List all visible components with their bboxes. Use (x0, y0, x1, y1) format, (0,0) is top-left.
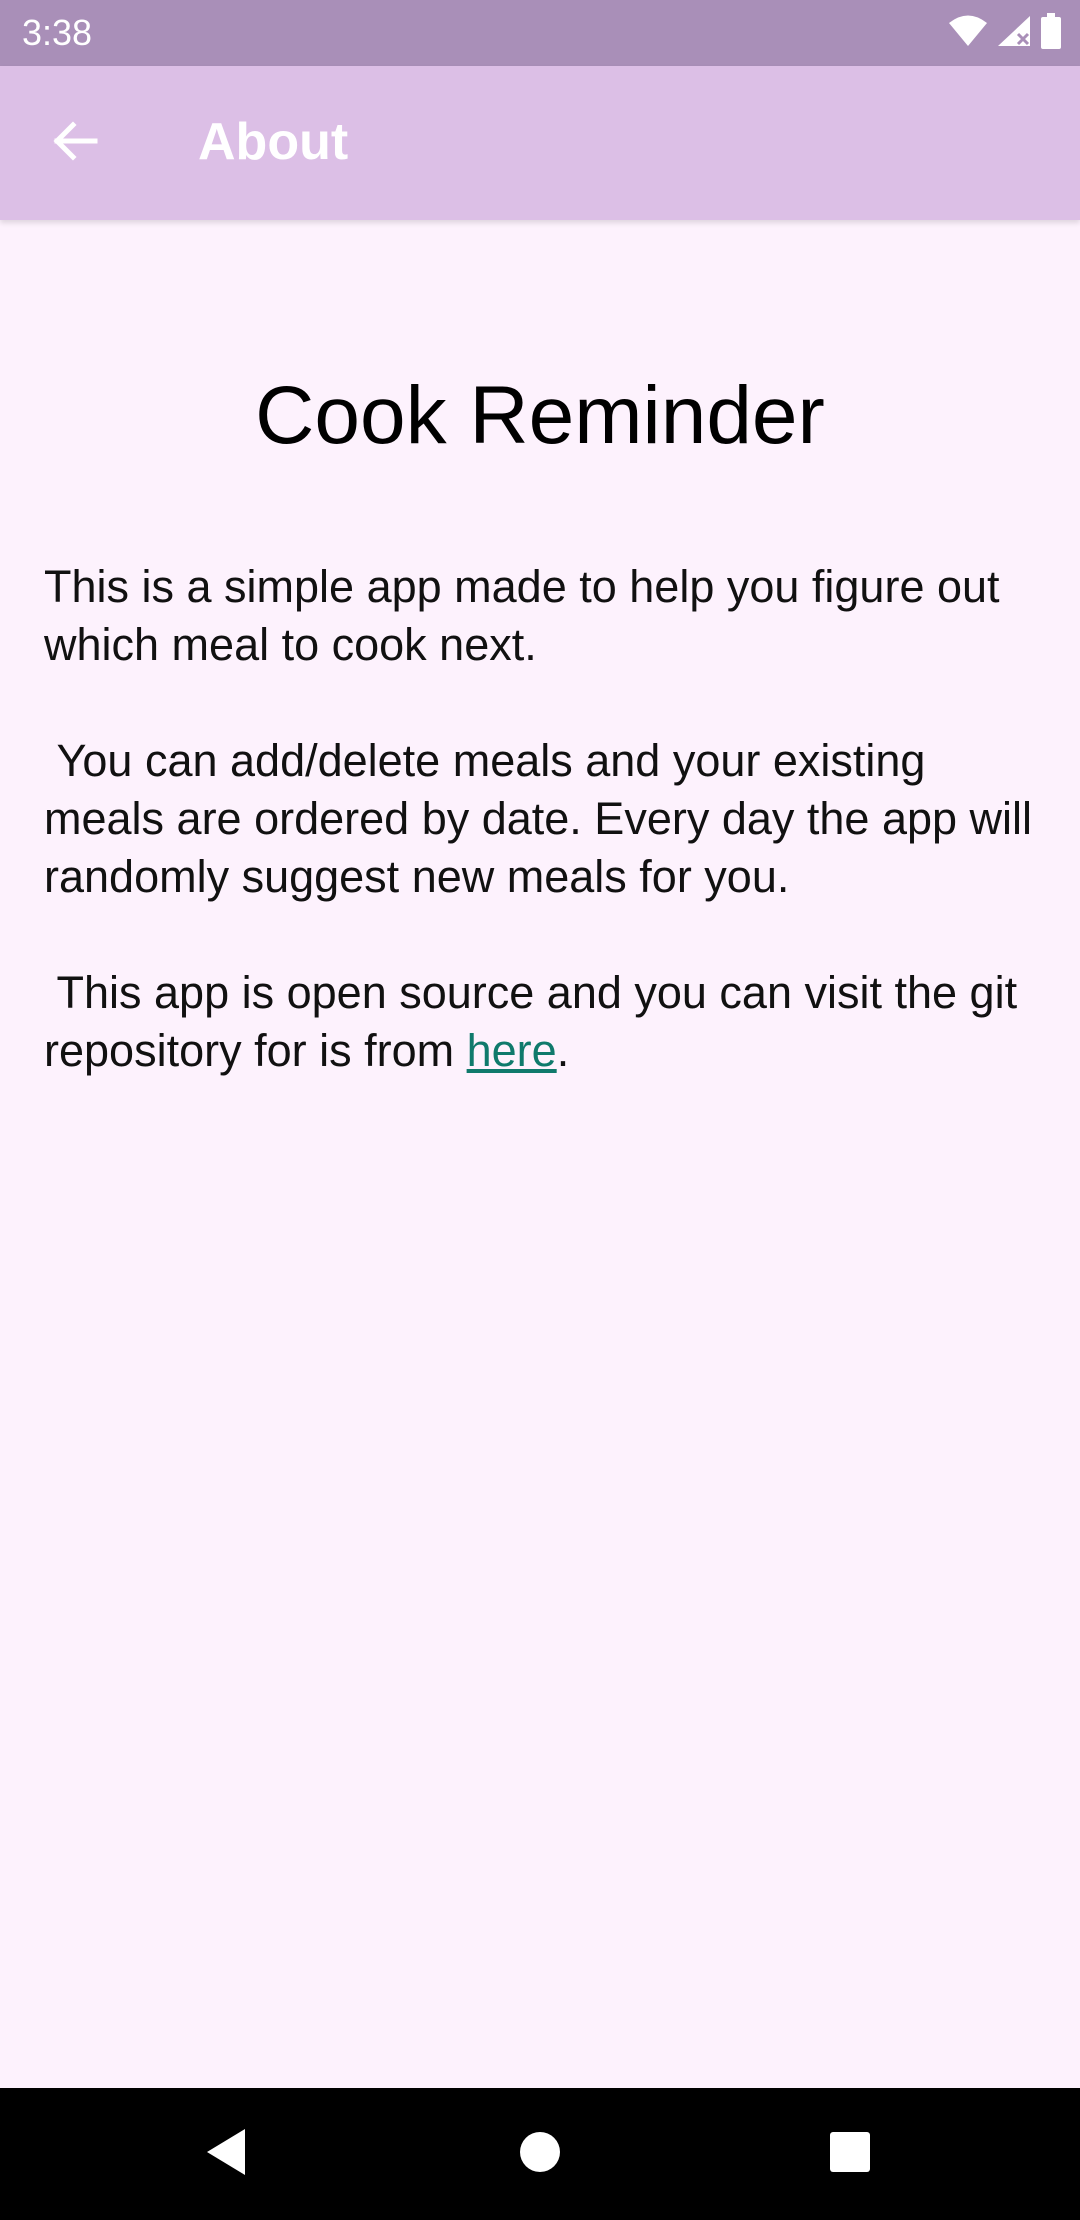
about-paragraph-intro: This is a simple app made to help you fi… (44, 561, 1013, 670)
arrow-back-icon (51, 117, 99, 170)
nav-back-icon (203, 2127, 249, 2182)
battery-icon (1040, 12, 1062, 54)
back-button[interactable] (34, 102, 116, 184)
about-content: Cook Reminder This is a simple app made … (0, 220, 1080, 2088)
cellular-signal-icon (996, 14, 1032, 53)
wifi-icon (948, 14, 988, 53)
app-name-heading: Cook Reminder (255, 370, 825, 461)
repository-link[interactable]: here (467, 1025, 557, 1076)
nav-back-button[interactable] (186, 2114, 266, 2194)
status-icons (948, 12, 1062, 54)
app-bar: About (0, 66, 1080, 220)
page-title: About (198, 113, 349, 171)
about-paragraph-features: You can add/delete meals and your existi… (44, 735, 1045, 902)
nav-home-button[interactable] (500, 2114, 580, 2194)
nav-recents-icon (828, 2130, 872, 2179)
status-bar: 3:38 (0, 0, 1080, 66)
status-time: 3:38 (22, 12, 93, 53)
system-nav-bar (0, 2088, 1080, 2220)
about-paragraph-open-source: This app is open source and you can visi… (44, 964, 1044, 1080)
nav-home-icon (518, 2130, 562, 2179)
open-source-text-end: . (556, 1025, 570, 1076)
nav-recents-button[interactable] (810, 2114, 890, 2194)
